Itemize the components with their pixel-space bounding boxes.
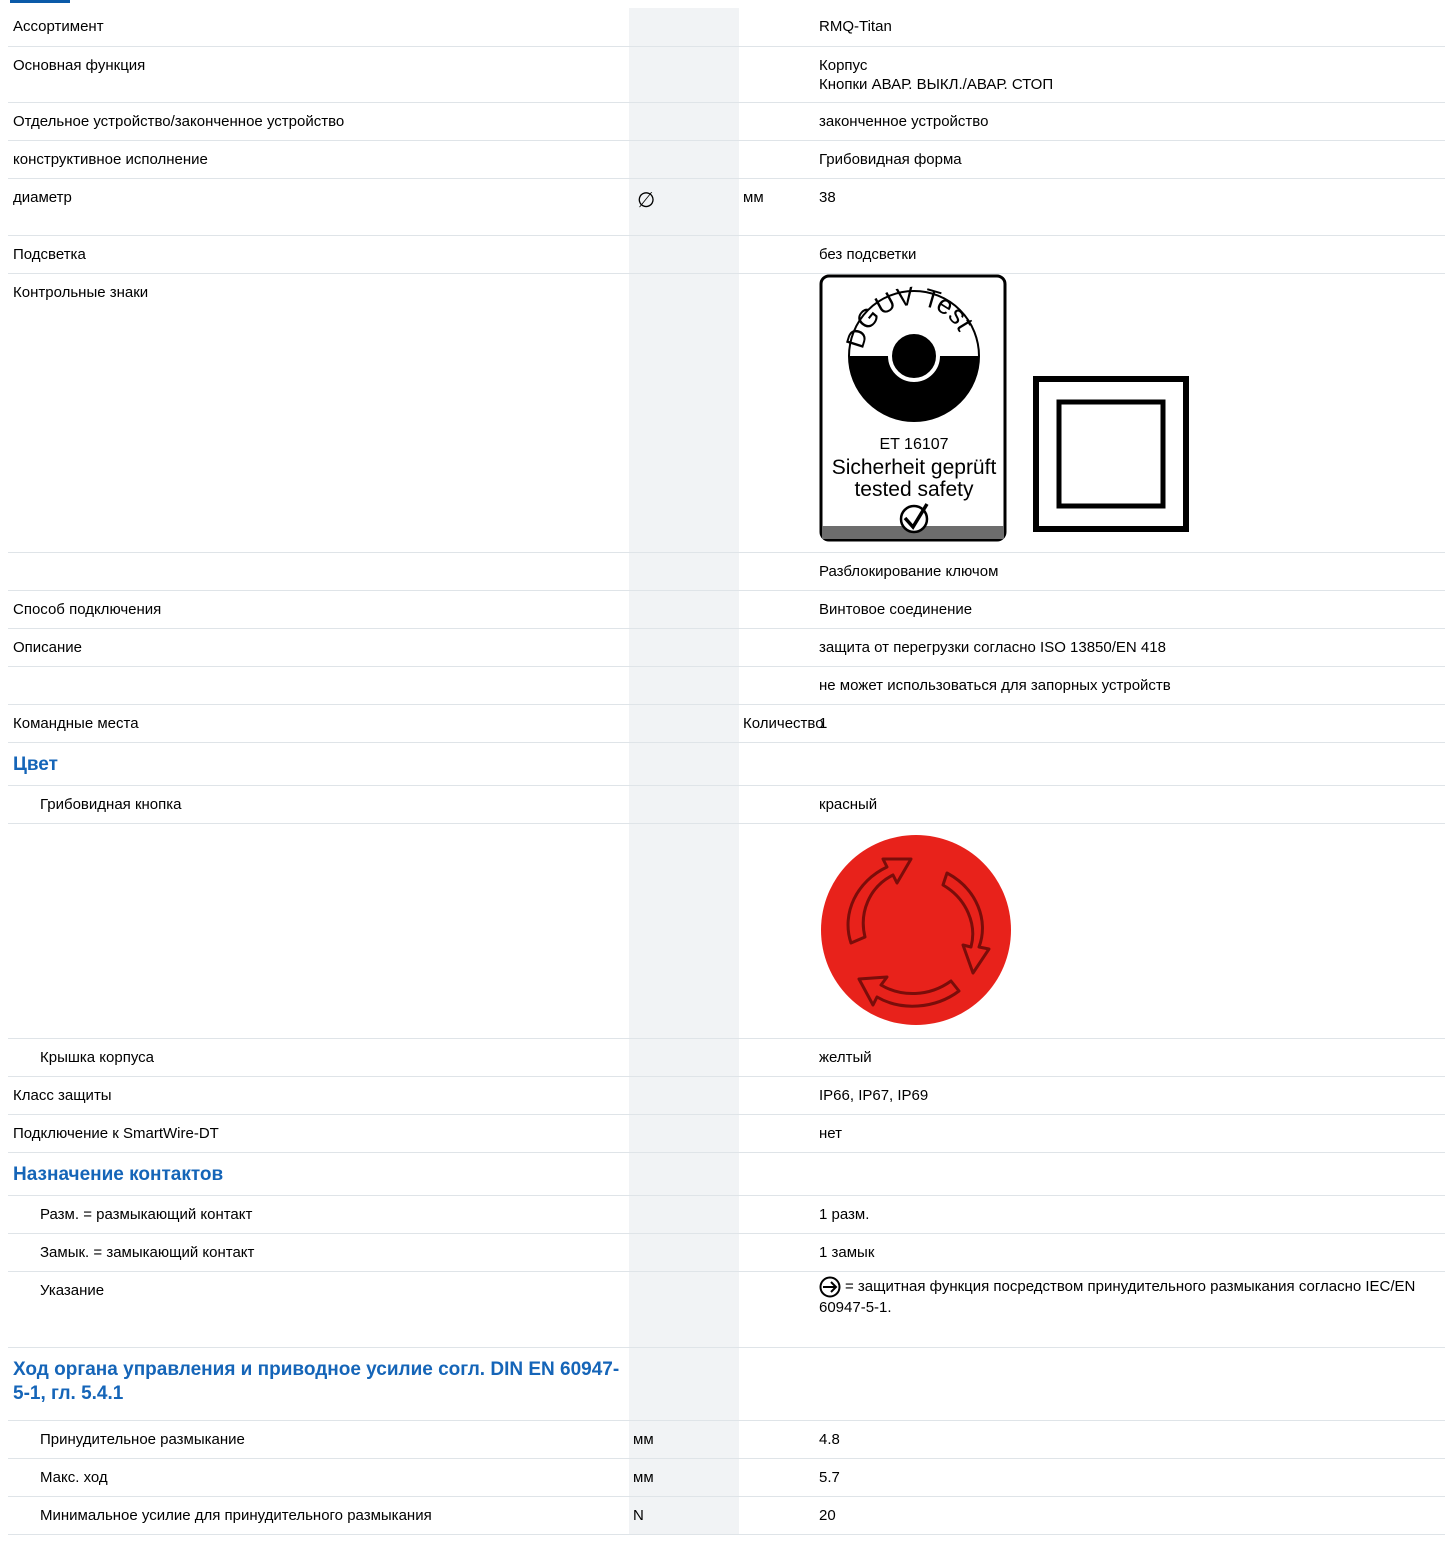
dguv-test-mark-icon: DGUV Test ET 16107 Sicherheit geprüft te…: [819, 274, 1007, 541]
row-label: Разм. = размыкающий контакт: [8, 1195, 629, 1234]
row-value: Грибовидная форма: [814, 140, 1445, 179]
section-header-travel: Ход органа управления и приводное усилие…: [8, 1347, 1445, 1421]
row-value: RMQ-Titan: [814, 8, 1445, 47]
row-label: Крышка корпуса: [8, 1038, 629, 1077]
spec-row: Ассортимент RMQ-Titan: [8, 8, 1445, 47]
row-label: Макс. ход: [8, 1458, 629, 1497]
spec-row: конструктивное исполнение Грибовидная фо…: [8, 140, 1445, 179]
row-label: Подсветка: [8, 235, 629, 274]
row-unit: N: [629, 1496, 739, 1535]
top-accent-bar: [0, 0, 1456, 6]
row-value: 1 замык: [814, 1233, 1445, 1272]
spec-row: Подключение к SmartWire-DT нет: [8, 1114, 1445, 1153]
row-label: Описание: [8, 628, 629, 667]
section-header-contacts: Назначение контактов: [8, 1152, 1445, 1196]
cert-line1: Sicherheit geprüft: [832, 456, 997, 479]
spec-row: Разблокирование ключом: [8, 552, 1445, 591]
spec-row: Подсветка без подсветки: [8, 235, 1445, 274]
row-unit: Количество: [743, 714, 824, 732]
section-header-color: Цвет: [8, 742, 1445, 786]
row-value: 38: [814, 178, 1445, 236]
row-label: [8, 552, 629, 591]
row-label: Способ подключения: [8, 590, 629, 629]
spec-row: Разм. = размыкающий контакт 1 разм.: [8, 1195, 1445, 1234]
row-label: Ассортимент: [8, 8, 629, 47]
row-label: Командные места: [8, 704, 629, 743]
spec-row: Замык. = замыкающий контакт 1 замык: [8, 1233, 1445, 1272]
section-title: Цвет: [13, 753, 58, 775]
row-value: Корпус: [819, 56, 868, 74]
row-label: Основная функция: [8, 46, 629, 103]
diameter-icon: ∅: [637, 188, 656, 212]
row-label: Указание: [8, 1271, 629, 1348]
spec-table: Ассортимент RMQ-Titan Основная функция К…: [8, 8, 1445, 1535]
row-value: защита от перегрузки согласно ISO 13850/…: [814, 628, 1445, 667]
cert-number: ET 16107: [879, 436, 948, 453]
row-value: 20: [814, 1496, 1445, 1535]
row-label: Минимальное усилие для принудительного р…: [8, 1496, 629, 1535]
row-value: нет: [814, 1114, 1445, 1153]
row-label: Подключение к SmartWire-DT: [8, 1114, 629, 1153]
row-label: конструктивное исполнение: [8, 140, 629, 179]
spec-row: Макс. ход мм 5.7: [8, 1458, 1445, 1497]
row-label: Отдельное устройство/законченное устройс…: [8, 102, 629, 141]
row-value: 5.7: [814, 1458, 1445, 1497]
spec-row: Контрольные знаки DGUV Test ET 16107 Sic…: [8, 273, 1445, 553]
row-value: 1 разм.: [814, 1195, 1445, 1234]
row-value: Винтовое соединение: [814, 590, 1445, 629]
spec-row: Указание = защитная функция посредством …: [8, 1271, 1445, 1348]
spec-row: Описание защита от перегрузки согласно I…: [8, 628, 1445, 667]
certification-marks: DGUV Test ET 16107 Sicherheit geprüft te…: [819, 274, 1445, 544]
row-unit: мм: [629, 1420, 739, 1459]
note-value: = защитная функция посредством принудите…: [819, 1277, 1416, 1316]
spec-row: Минимальное усилие для принудительного р…: [8, 1496, 1445, 1535]
row-value: без подсветки: [814, 235, 1445, 274]
row-value: Разблокирование ключом: [814, 552, 1445, 591]
spec-row: Класс защиты IP66, IP67, IP69: [8, 1076, 1445, 1115]
section-title: Ход органа управления и приводное усилие…: [13, 1358, 620, 1404]
spec-row: Способ подключения Винтовое соединение: [8, 590, 1445, 629]
positive-opening-icon: [819, 1276, 841, 1297]
mushroom-button-icon: [821, 834, 1011, 1025]
row-label: Замык. = замыкающий контакт: [8, 1233, 629, 1272]
row-label: Принудительное размыкание: [8, 1420, 629, 1459]
spec-row: Основная функция Корпус Кнопки АВАР. ВЫК…: [8, 46, 1445, 103]
row-label: [8, 666, 629, 705]
row-value: законченное устройство: [814, 102, 1445, 141]
section-title: Назначение контактов: [13, 1163, 224, 1185]
row-value: IP66, IP67, IP69: [814, 1076, 1445, 1115]
spec-row: диаметр ∅ мм 38: [8, 178, 1445, 236]
spec-row: Грибовидная кнопка красный: [8, 785, 1445, 824]
row-value: Кнопки АВАР. ВЫКЛ./АВАР. СТОП: [819, 75, 1054, 93]
row-label: Грибовидная кнопка: [8, 785, 629, 824]
row-label: Класс защиты: [8, 1076, 629, 1115]
cert-line2: tested safety: [854, 478, 974, 501]
row-value: желтый: [814, 1038, 1445, 1077]
spec-row: [8, 823, 1445, 1039]
row-value: 4.8: [814, 1420, 1445, 1459]
row-value: красный: [814, 785, 1445, 824]
row-unit: мм: [739, 178, 814, 236]
row-value: не может использоваться для запорных уст…: [814, 666, 1445, 705]
row-label: Контрольные знаки: [8, 273, 629, 553]
double-insulation-icon: [1033, 375, 1189, 532]
spec-row: Командные места Количество 1: [8, 704, 1445, 743]
spec-row: Отдельное устройство/законченное устройс…: [8, 102, 1445, 141]
spec-row: Принудительное размыкание мм 4.8: [8, 1420, 1445, 1459]
row-label: диаметр: [8, 178, 629, 236]
spec-row: Крышка корпуса желтый: [8, 1038, 1445, 1077]
spec-row: не может использоваться для запорных уст…: [8, 666, 1445, 705]
row-value: 1: [814, 704, 1445, 743]
row-unit: мм: [629, 1458, 739, 1497]
